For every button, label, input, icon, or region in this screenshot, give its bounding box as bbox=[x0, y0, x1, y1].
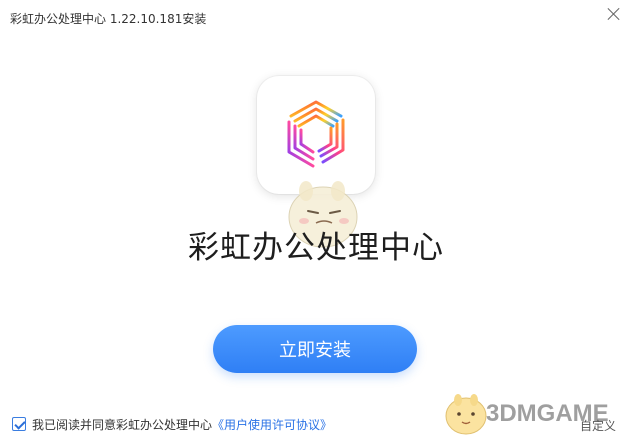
install-now-button[interactable]: 立即安装 bbox=[213, 325, 417, 373]
close-icon[interactable] bbox=[606, 6, 622, 22]
window-title: 彩虹办公处理中心 1.22.10.181安装 bbox=[10, 12, 207, 26]
custom-install-link[interactable]: 自定义 bbox=[580, 417, 616, 434]
app-title: 彩虹办公处理中心 bbox=[188, 230, 444, 266]
license-agreement-link[interactable]: 《用户使用许可协议》 bbox=[212, 416, 332, 433]
agree-checkbox[interactable] bbox=[12, 417, 26, 431]
agreement-row: 我已阅读并同意彩虹办公处理中心 《用户使用许可协议》 bbox=[12, 416, 332, 432]
title-bar: 彩虹办公处理中心 1.22.10.181安装 bbox=[0, 0, 632, 34]
agreement-text: 我已阅读并同意彩虹办公处理中心 bbox=[32, 417, 213, 432]
